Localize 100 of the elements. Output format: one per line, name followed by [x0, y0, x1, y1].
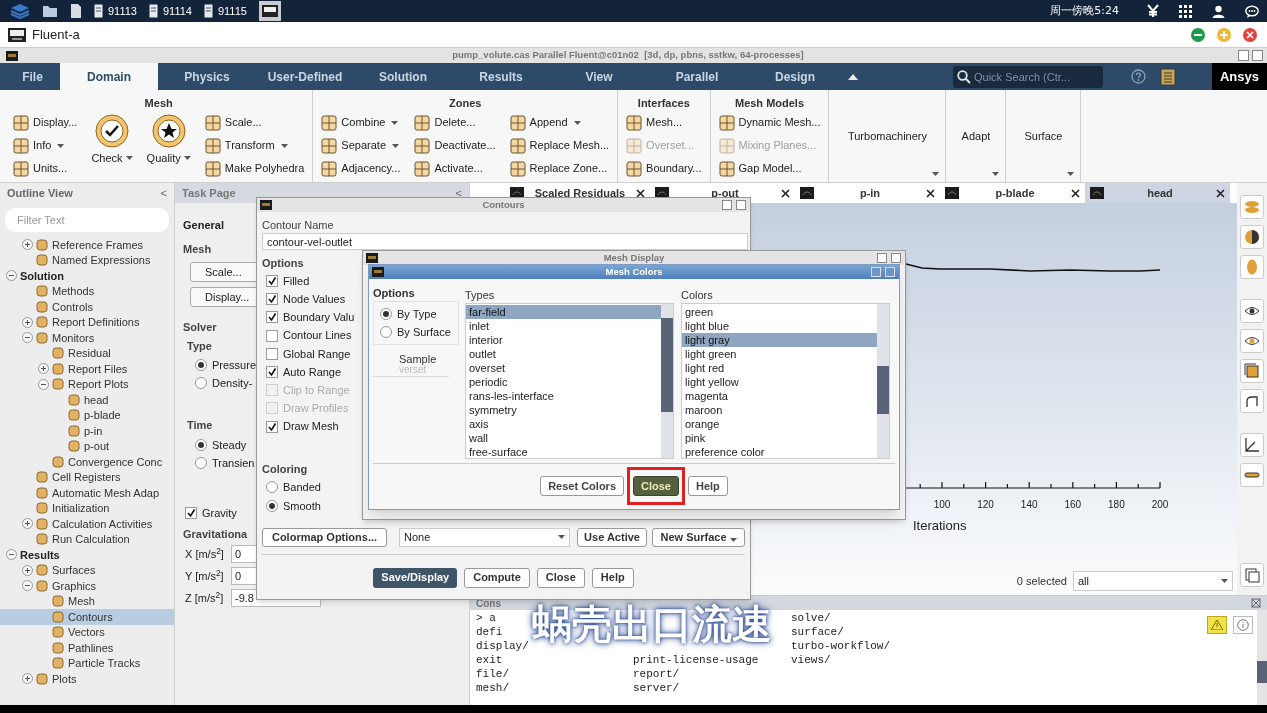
ribbon-tab[interactable]: User-Defined [256, 63, 354, 90]
tree-item[interactable]: Monitors [0, 330, 174, 346]
tree-item[interactable]: Methods [0, 283, 174, 299]
ribbon-button[interactable]: Info [13, 134, 78, 157]
radio-button[interactable] [266, 481, 278, 494]
folder-icon[interactable] [42, 4, 58, 18]
apps-grid-icon[interactable] [1179, 4, 1192, 18]
tree-item[interactable]: Report Plots [0, 376, 174, 392]
expand-toggle-icon[interactable] [22, 564, 33, 576]
tree-item[interactable]: Particle Tracks [0, 655, 174, 671]
tree-item[interactable]: Controls [0, 299, 174, 315]
ribbon-button[interactable]: Replace Mesh... [509, 134, 610, 157]
checkbox[interactable] [266, 311, 278, 324]
list-item[interactable]: preference color [682, 445, 877, 459]
surface-dropdown[interactable]: None [399, 527, 570, 547]
chat-icon[interactable] [1245, 4, 1259, 18]
dialog-button[interactable]: Close [536, 567, 585, 588]
list-item[interactable]: far-field [466, 305, 661, 319]
radio-button[interactable] [195, 377, 207, 389]
tree-item[interactable]: Run Calculation [0, 531, 174, 547]
collapse-button[interactable]: < [455, 184, 462, 202]
list-item[interactable]: rans-les-interface [466, 389, 661, 403]
toolbar-button[interactable] [1240, 433, 1264, 457]
ribbon-button[interactable]: Delete... [414, 111, 496, 134]
ribbon-tab[interactable]: Physics [158, 63, 256, 90]
restore-button[interactable] [1238, 50, 1249, 61]
tree-item[interactable]: p-blade [0, 407, 174, 423]
document-icon[interactable] [70, 3, 82, 19]
dialog-button[interactable]: Save/Display [373, 567, 458, 588]
expand-toggle-icon[interactable] [22, 332, 33, 344]
toolbar-button[interactable] [1240, 463, 1264, 487]
list-item[interactable]: light yellow [682, 375, 877, 389]
ribbon-button[interactable]: Replace Zone... [509, 157, 610, 180]
list-item[interactable]: pink [682, 431, 877, 445]
radio-button[interactable] [380, 308, 392, 320]
ribbon-menu-button[interactable]: Turbomachinery [829, 90, 947, 182]
list-item[interactable]: green [682, 305, 877, 319]
tree-item[interactable]: Named Expressions [0, 252, 174, 268]
expand-toggle-icon[interactable] [22, 239, 33, 251]
ribbon-button[interactable]: Activate... [414, 157, 496, 180]
expand-toggle-icon[interactable] [22, 316, 33, 328]
tree-item[interactable]: Initialization [0, 500, 174, 516]
tree-item[interactable]: Automatic Mesh Adap [0, 485, 174, 501]
tree-item[interactable]: Surfaces [0, 562, 174, 578]
taskbar-item[interactable]: 91115 [203, 2, 247, 20]
tree-item[interactable]: Solution [0, 268, 174, 284]
expand-toggle-icon[interactable] [38, 378, 49, 390]
tree-item[interactable]: Mesh [0, 593, 174, 609]
dialog-button[interactable]: Close [633, 476, 679, 496]
radio-button[interactable] [195, 439, 207, 451]
ribbon-tab[interactable]: Domain [60, 63, 158, 90]
close-button[interactable] [1243, 27, 1257, 42]
expand-toggle-icon[interactable] [22, 580, 33, 592]
dialog-button[interactable]: Use Active [577, 527, 647, 547]
list-item[interactable]: overset [466, 361, 661, 375]
close-icon[interactable] [1216, 188, 1225, 198]
taskbar-app-button[interactable] [258, 1, 281, 21]
tree-item[interactable]: Pathlines [0, 640, 174, 656]
list-item[interactable]: light red [682, 361, 877, 375]
dialog-button[interactable]: Help [591, 567, 634, 588]
ribbon-menu-button[interactable]: Adapt [946, 90, 1007, 182]
search-field[interactable]: Quick Search (Ctr... [953, 65, 1103, 88]
ribbon-tab[interactable]: View [550, 63, 648, 90]
tree-item[interactable]: Cell Registers [0, 469, 174, 485]
ribbon-large-button[interactable]: Quality [146, 111, 191, 180]
list-item[interactable]: orange [682, 417, 877, 431]
tree-item[interactable]: Graphics [0, 578, 174, 594]
checkbox[interactable] [266, 420, 278, 433]
tree-item[interactable]: Contours [0, 609, 174, 625]
scrollbar[interactable] [1257, 610, 1267, 705]
checkbox[interactable] [266, 329, 278, 342]
expand-toggle-icon[interactable] [6, 549, 17, 561]
scrollbar-thumb[interactable] [1257, 661, 1267, 683]
radio-button[interactable] [195, 457, 207, 469]
radio-button[interactable] [380, 326, 392, 338]
list-item[interactable]: interior [466, 333, 661, 347]
list-item[interactable]: light green [682, 347, 877, 361]
settings-icon[interactable] [1251, 598, 1261, 608]
expand-toggle-icon[interactable] [22, 673, 33, 685]
checkbox[interactable] [266, 293, 278, 306]
restore-button[interactable] [722, 200, 732, 210]
dialog-button[interactable]: Reset Colors [540, 476, 624, 496]
list-item[interactable]: symmetry [466, 403, 661, 417]
help-icon[interactable] [1131, 69, 1146, 84]
ribbon-tab[interactable]: Results [452, 63, 550, 90]
expand-toggle-icon[interactable] [22, 518, 33, 530]
ribbon-tab[interactable]: File [5, 63, 60, 90]
checkbox[interactable] [266, 366, 278, 379]
collapse-ribbon-icon[interactable] [848, 73, 858, 80]
tree-item[interactable]: Calculation Activities [0, 516, 174, 532]
warning-button[interactable] [1207, 616, 1227, 634]
close-button[interactable] [1252, 50, 1263, 61]
list-item[interactable]: magenta [682, 389, 877, 403]
tree-item[interactable]: head [0, 392, 174, 408]
ribbon-menu-button[interactable]: Surface [1006, 90, 1082, 182]
ribbon-button[interactable]: Append [509, 111, 610, 134]
toolbar-button[interactable] [1240, 389, 1264, 413]
ribbon-button[interactable]: Mesh... [626, 111, 702, 134]
filter-field[interactable]: Filter Text [5, 208, 169, 232]
list-item[interactable]: axis [466, 417, 661, 431]
